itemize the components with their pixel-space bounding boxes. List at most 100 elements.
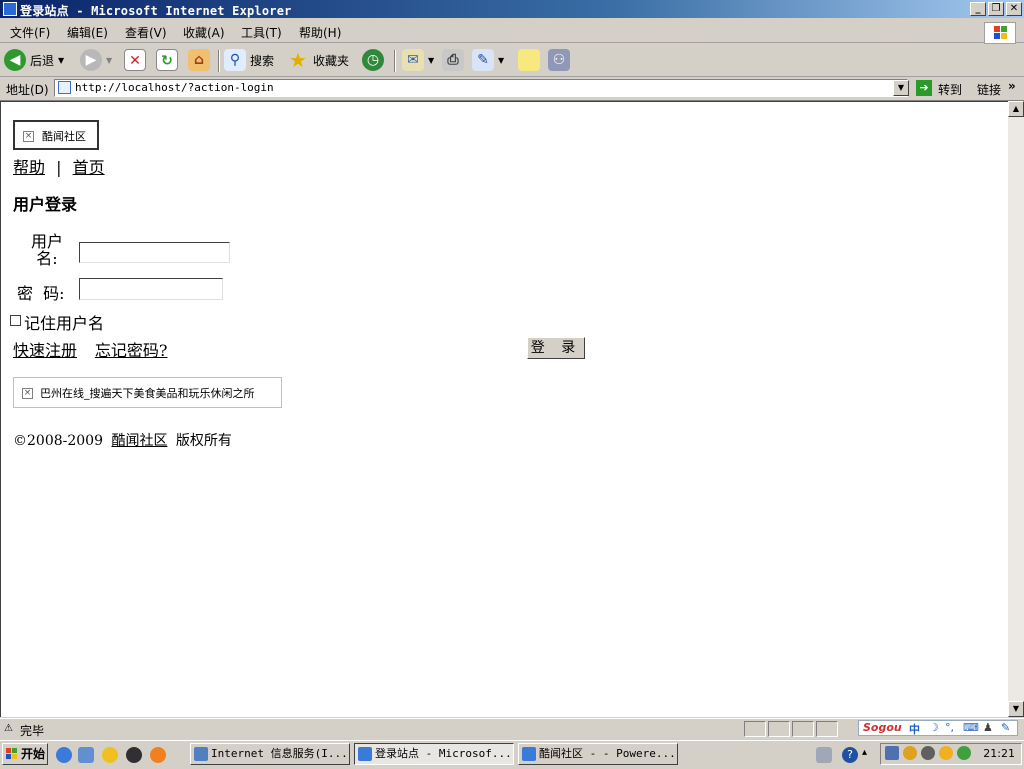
remember-checkbox[interactable]	[10, 315, 21, 326]
taskbar: 开始 Internet 信息服务(I... 登录站点 - Microsof...…	[0, 740, 1024, 769]
minimize-button[interactable]: _	[970, 2, 986, 16]
printer-icon: ⎙	[442, 49, 464, 71]
task-label: 酷闻社区 - - Powere...	[539, 747, 676, 760]
links-button[interactable]: 链接	[977, 81, 1001, 98]
status-pane	[792, 721, 814, 737]
menu-view[interactable]: 查看(V)	[125, 24, 167, 41]
password-input[interactable]	[79, 278, 223, 300]
menu-file[interactable]: 文件(F)	[10, 24, 50, 41]
scroll-up-arrow-icon[interactable]: ▲	[1008, 101, 1024, 117]
back-button[interactable]: ◀ 后退 ▼	[4, 48, 64, 72]
window-title-bar[interactable]: 登录站点 - Microsoft Internet Explorer _ ❐ ✕	[0, 0, 1024, 18]
ime-mode[interactable]: 中	[909, 721, 920, 737]
ie-icon	[3, 2, 17, 16]
punctuation-icon[interactable]: °,	[945, 721, 954, 734]
desktop-quicklaunch-icon[interactable]	[78, 747, 94, 763]
tray-media-icon[interactable]	[921, 746, 935, 760]
taskbar-task-login-site[interactable]: 登录站点 - Microsof...	[354, 743, 514, 765]
chevron-right-icon[interactable]: »	[1008, 79, 1016, 93]
site-logo[interactable]: × 酷闻社区	[13, 120, 99, 150]
menu-tools[interactable]: 工具(T)	[241, 24, 282, 41]
top-nav: 帮助 | 首页	[13, 154, 105, 178]
home-icon: ⌂	[188, 49, 210, 71]
ad-alt-text: 巴州在线_搜遍天下美食美品和玩乐休闲之所	[40, 387, 255, 400]
tray-security-icon[interactable]	[939, 746, 953, 760]
register-link[interactable]: 快速注册	[13, 341, 77, 360]
address-url: http://localhost/?action-login	[75, 81, 274, 94]
windows-logo-icon	[984, 22, 1016, 44]
messenger-icon: ⚇	[548, 49, 570, 71]
forward-button[interactable]: ▶ ▼	[80, 48, 112, 72]
ime-brand: Sogou	[863, 721, 902, 734]
username-input[interactable]	[79, 242, 230, 263]
footer: ©2008-2009 酷闻社区 版权所有	[13, 430, 232, 450]
moon-icon[interactable]: ☽	[929, 721, 939, 734]
tray-update-icon[interactable]	[957, 746, 971, 760]
taskbar-task-kuwen[interactable]: 酷闻社区 - - Powere...	[518, 743, 678, 765]
clock[interactable]: 21:21	[983, 747, 1015, 760]
forward-arrow-icon: ▶	[80, 49, 102, 71]
edit-button[interactable]: ✎ ▼	[472, 48, 504, 72]
back-arrow-icon: ◀	[4, 49, 26, 71]
help-link[interactable]: 帮助	[13, 158, 45, 177]
home-link[interactable]: 首页	[73, 158, 105, 177]
forgot-password-link[interactable]: 忘记密码?	[95, 341, 168, 360]
favorites-button[interactable]: ★ 收藏夹	[287, 48, 349, 72]
scroll-down-arrow-icon[interactable]: ▼	[1008, 701, 1024, 717]
chevron-up-icon[interactable]: ▴	[862, 747, 867, 758]
tray-app-icon[interactable]	[885, 746, 899, 760]
go-arrow-icon[interactable]: ➔	[916, 80, 932, 96]
warning-icon: ⚠	[4, 723, 13, 734]
footer-site-link[interactable]: 酷闻社区	[111, 433, 167, 449]
help-icon[interactable]: ?	[842, 747, 858, 763]
note-icon	[518, 49, 540, 71]
menu-favorites[interactable]: 收藏(A)	[183, 24, 225, 41]
dropdown-arrow-icon: ▼	[498, 55, 505, 65]
search-button[interactable]: ⚲ 搜索	[224, 48, 274, 72]
status-pane	[768, 721, 790, 737]
network-icon[interactable]	[816, 747, 832, 763]
remember-label[interactable]: 记住用户名	[24, 310, 104, 334]
qq-quicklaunch-icon[interactable]	[102, 747, 118, 763]
discuss-button[interactable]	[518, 48, 540, 72]
messenger-button[interactable]: ⚇	[548, 48, 570, 72]
ie-icon	[522, 747, 536, 761]
window-title: 登录站点 - Microsoft Internet Explorer	[20, 4, 292, 18]
username-label-line2: 名:	[36, 249, 58, 268]
app-quicklaunch-icon[interactable]	[150, 747, 166, 763]
start-button[interactable]: 开始	[2, 743, 48, 765]
page-title: 用户登录	[13, 195, 78, 214]
ad-banner[interactable]: × 巴州在线_搜遍天下美食美品和玩乐休闲之所	[13, 377, 282, 408]
menu-help[interactable]: 帮助(H)	[299, 24, 341, 41]
menu-edit[interactable]: 编辑(E)	[67, 24, 108, 41]
home-button[interactable]: ⌂	[188, 48, 210, 72]
stop-button[interactable]: ✕	[124, 48, 146, 72]
dropdown-arrow-icon: ▼	[106, 55, 113, 65]
user-icon[interactable]: ♟	[983, 721, 993, 734]
toolbar-separator	[394, 50, 396, 72]
refresh-button[interactable]: ↻	[156, 48, 178, 72]
wrench-icon[interactable]: ✎	[1001, 721, 1010, 734]
login-button[interactable]: 登 录	[527, 337, 585, 359]
address-dropdown-button[interactable]: ▼	[893, 80, 909, 96]
search-icon: ⚲	[224, 49, 246, 71]
close-button[interactable]: ✕	[1006, 2, 1022, 16]
mail-button[interactable]: ✉ ▼	[402, 48, 434, 72]
ime-toolbar[interactable]: Sogou 中 ☽ °, ⌨ ♟ ✎	[858, 720, 1018, 736]
vertical-scrollbar[interactable]: ▲ ▼	[1008, 101, 1024, 717]
dropdown-arrow-icon: ▼	[428, 55, 435, 65]
status-pane	[816, 721, 838, 737]
keyboard-icon[interactable]: ⌨	[963, 721, 979, 734]
address-label: 地址(D)	[6, 83, 49, 97]
history-button[interactable]: ◷	[362, 48, 384, 72]
penguin-quicklaunch-icon[interactable]	[126, 747, 142, 763]
dropdown-arrow-icon: ▼	[58, 55, 65, 65]
print-button[interactable]: ⎙	[442, 48, 464, 72]
taskbar-task-iis[interactable]: Internet 信息服务(I...	[190, 743, 350, 765]
standard-toolbar: ◀ 后退 ▼ ▶ ▼ ✕ ↻ ⌂ ⚲ 搜索 ★ 收藏夹 ◷ ✉ ▼ ⎙ ✎ ▼ …	[0, 44, 1024, 77]
tray-qq-icon[interactable]	[903, 746, 917, 760]
go-button[interactable]: 转到	[938, 81, 962, 98]
restore-button[interactable]: ❐	[988, 2, 1004, 16]
ie-quicklaunch-icon[interactable]	[56, 747, 72, 763]
address-input[interactable]: http://localhost/?action-login	[54, 79, 908, 97]
